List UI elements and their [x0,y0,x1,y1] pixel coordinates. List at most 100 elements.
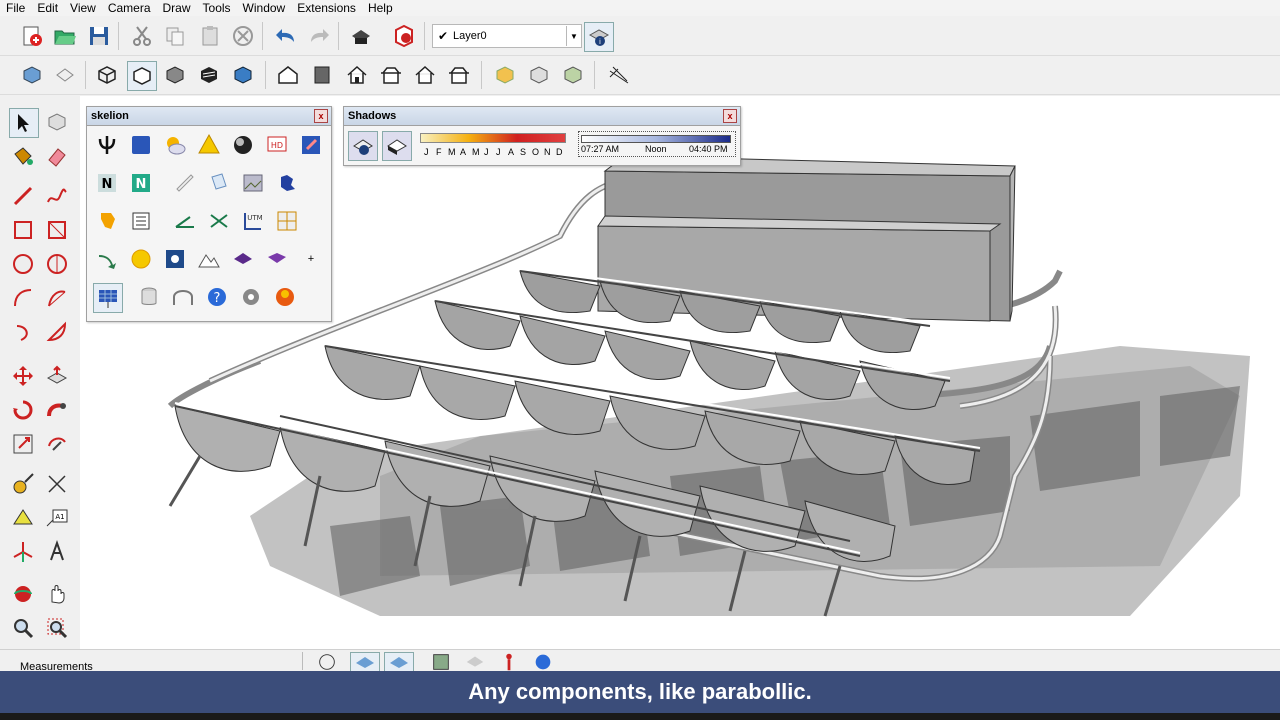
erase-icon[interactable] [229,22,257,50]
north-icon[interactable]: N [93,169,121,197]
back-house-icon[interactable] [411,61,439,89]
sandbox-icon[interactable] [605,61,633,89]
make-component-icon[interactable] [43,108,71,136]
angle-green-icon[interactable] [171,207,199,235]
shadow-toggle-icon[interactable] [382,131,412,161]
offset-icon[interactable] [43,430,71,458]
right-house-icon[interactable] [377,61,405,89]
warehouse-icon[interactable] [532,652,554,672]
circle-icon[interactable] [9,250,37,278]
database-icon[interactable] [135,283,163,311]
model-info-icon[interactable] [390,22,418,50]
top-house-icon[interactable] [308,61,336,89]
north-green-icon[interactable]: N [127,169,155,197]
ruler-icon[interactable] [171,169,199,197]
shadow-settings-icon[interactable] [348,131,378,161]
iso-view-icon[interactable] [18,61,46,89]
green-arrow-icon[interactable] [93,245,121,273]
orbit-icon[interactable] [9,580,37,608]
save-icon[interactable] [85,22,113,50]
polygon-icon[interactable] [43,250,71,278]
cloud-sun-icon[interactable] [161,131,189,159]
protractor-icon[interactable] [9,504,37,532]
skelion-logo-icon[interactable] [271,283,299,311]
sun-globe-icon[interactable] [127,245,155,273]
hd-export-icon[interactable]: HD [263,131,291,159]
monochrome-style-icon[interactable] [229,61,257,89]
open-folder-icon[interactable] [51,22,79,50]
skelion-psi-icon[interactable] [93,131,121,159]
europe-map-icon[interactable] [273,169,301,197]
sun-triangle-icon[interactable] [195,131,223,159]
menu-tools[interactable]: Tools [197,0,237,16]
hidden-line-style-icon[interactable] [127,61,157,91]
gear-icon[interactable] [237,283,265,311]
panel-edit-icon[interactable] [297,131,325,159]
moon-sphere-icon[interactable] [229,131,257,159]
shaded-style-icon[interactable] [161,61,189,89]
iso-house-icon[interactable] [274,61,302,89]
tape-measure-icon[interactable] [9,470,37,498]
rectangle-icon[interactable] [9,216,37,244]
three-point-arc-icon[interactable] [9,318,37,346]
rotate-icon[interactable] [9,396,37,424]
undo-icon[interactable] [272,22,300,50]
layer-panel-icon[interactable] [430,652,452,672]
chevron-down-icon[interactable]: ▼ [566,26,581,46]
layer-select[interactable]: ✔ Layer0 ▼ [432,24,582,48]
africa-map-icon[interactable] [93,207,121,235]
time-slider[interactable]: 07:27 AM Noon 04:40 PM [578,131,736,157]
dimension-icon[interactable] [43,470,71,498]
arc-icon[interactable] [9,284,37,312]
menu-window[interactable]: Window [237,0,292,16]
menu-file[interactable]: File [0,0,31,16]
model-viewport[interactable]: skelion x HD N N UTM + ? Shadows x J F M… [80,96,1280,649]
pie-icon[interactable] [43,318,71,346]
solar-array-icon[interactable] [93,283,123,313]
front-house-icon[interactable] [343,61,371,89]
group-cube-icon[interactable] [525,61,553,89]
follow-me-icon[interactable] [43,396,71,424]
menu-edit[interactable]: Edit [31,0,64,16]
document-icon[interactable] [205,169,233,197]
help-icon[interactable]: ? [203,283,231,311]
pencil-line-icon[interactable] [9,182,37,210]
push-pull-icon[interactable] [43,362,71,390]
utm-icon[interactable]: UTM [239,207,267,235]
add-icon[interactable]: + [297,245,325,273]
zoom-icon[interactable] [9,614,37,642]
two-point-arc-icon[interactable] [43,284,71,312]
new-file-icon[interactable] [18,22,46,50]
menu-view[interactable]: View [64,0,102,16]
scene-icon[interactable] [464,652,486,672]
solar-panel-blue-icon[interactable] [127,131,155,159]
top-view-icon[interactable] [51,61,79,89]
map-image-icon[interactable] [239,169,267,197]
menu-help[interactable]: Help [362,0,399,16]
axes-icon[interactable] [9,538,37,566]
rotated-rectangle-icon[interactable] [43,216,71,244]
layer-manager-icon[interactable]: i [584,22,614,52]
zoom-window-icon[interactable] [43,614,71,642]
paste-icon[interactable] [196,22,224,50]
cut-icon[interactable] [128,22,156,50]
redo-icon[interactable] [305,22,333,50]
textured-style-icon[interactable] [195,61,223,89]
menu-extensions[interactable]: Extensions [291,0,362,16]
close-icon[interactable]: x [723,109,737,123]
copy-icon[interactable] [161,22,189,50]
tilt-arrows-icon[interactable] [205,207,233,235]
grid-area-icon[interactable] [273,207,301,235]
scale-icon[interactable] [9,430,37,458]
component-cube-icon[interactable] [491,61,519,89]
pan-hand-icon[interactable] [43,580,71,608]
select-arrow-icon[interactable] [9,108,39,138]
arch-icon[interactable] [169,283,197,311]
person-icon[interactable] [498,652,520,672]
terrain-icon[interactable] [195,245,223,273]
solid-cube-icon[interactable] [559,61,587,89]
menu-draw[interactable]: Draw [157,0,197,16]
eraser-icon[interactable] [43,142,71,170]
close-icon[interactable]: x [314,109,328,123]
move-icon[interactable] [9,362,37,390]
